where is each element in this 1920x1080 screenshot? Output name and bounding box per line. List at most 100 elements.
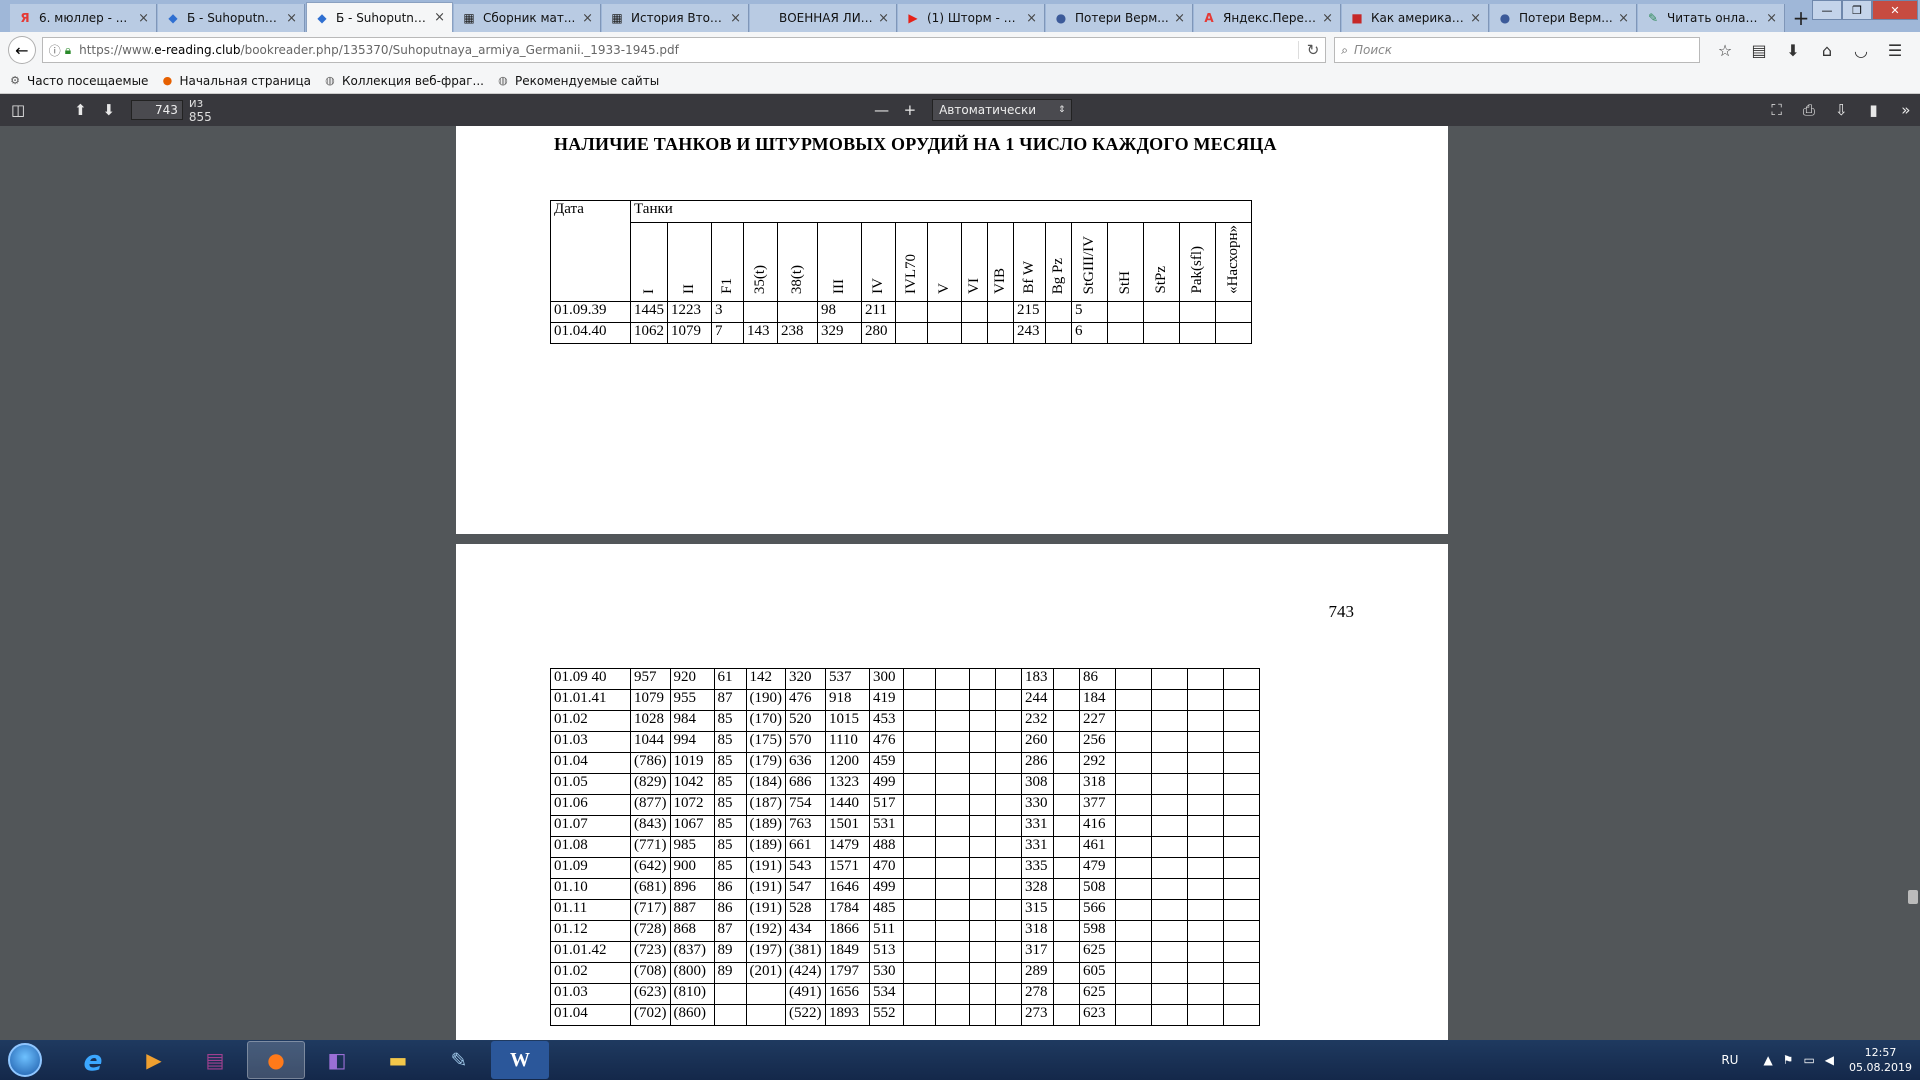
- start-button[interactable]: [0, 1040, 50, 1080]
- table-cell: [995, 962, 1022, 984]
- close-window-button[interactable]: ✕: [1872, 0, 1918, 20]
- close-icon[interactable]: ×: [1618, 11, 1629, 26]
- lock-icon[interactable]: 🔒︎: [65, 43, 71, 58]
- tab-title: Сборник мат...: [483, 11, 576, 25]
- search-input[interactable]: ⌕ Поиск: [1334, 37, 1700, 63]
- close-icon[interactable]: ×: [1470, 11, 1481, 26]
- table-cell: [903, 815, 936, 837]
- tab-8[interactable]: A Яндекс.Перев... ×: [1194, 4, 1341, 32]
- close-icon[interactable]: ×: [1766, 11, 1777, 26]
- close-icon[interactable]: ×: [434, 10, 445, 25]
- column-header-label: 38(t): [789, 264, 805, 294]
- tab-1[interactable]: ◆ Б - Suhoputna... ×: [158, 4, 305, 32]
- sidebar-toggle-icon[interactable]: ◫: [4, 96, 32, 124]
- file-explorer-icon[interactable]: ▬: [369, 1041, 427, 1079]
- column-header: «Насхорн»: [1215, 222, 1252, 302]
- table-cell: [713, 983, 747, 1005]
- internet-explorer-icon[interactable]: e: [64, 1041, 122, 1079]
- volume-icon[interactable]: ◀: [1825, 1053, 1834, 1067]
- tools-menu-icon[interactable]: »: [1892, 96, 1920, 124]
- arrow-up-icon[interactable]: ⬆: [66, 96, 94, 124]
- tab-9[interactable]: ■ Как американ... ×: [1342, 4, 1489, 32]
- table-cell: [1115, 794, 1152, 816]
- fullscreen-icon[interactable]: ⛶: [1762, 96, 1790, 124]
- print-icon[interactable]: ⎙: [1795, 96, 1823, 124]
- table-cell: [969, 962, 996, 984]
- table-cell: [1115, 668, 1152, 690]
- url-bar[interactable]: ⓘ 🔒︎ https://www.e-reading.club/bookread…: [41, 37, 1327, 63]
- page-number-input[interactable]: [130, 100, 183, 120]
- reload-icon[interactable]: ↻: [1297, 41, 1319, 59]
- bookmark-item[interactable]: ● Начальная страница: [160, 74, 311, 88]
- table-cell: [1143, 300, 1180, 323]
- table-cell: 985: [669, 836, 715, 858]
- star-icon[interactable]: ☆: [1708, 36, 1742, 64]
- url-text[interactable]: https://www.e-reading.club/bookreader.ph…: [79, 43, 1298, 57]
- back-button[interactable]: ←: [8, 36, 36, 64]
- clock[interactable]: 12:57 05.08.2019: [1849, 1045, 1912, 1075]
- bookmark-item[interactable]: ⚙ Часто посещаемые: [8, 74, 148, 88]
- tab-title: Читать онлай...: [1667, 11, 1763, 25]
- pocket-icon[interactable]: ◡: [1844, 36, 1878, 64]
- table-cell: 85: [713, 794, 747, 816]
- tab-5[interactable]: ВОЕННАЯ ЛИТЕР...×: [750, 4, 897, 32]
- info-icon[interactable]: ⓘ: [49, 42, 61, 59]
- library-icon[interactable]: ▤: [1742, 36, 1776, 64]
- network-icon[interactable]: ▭: [1803, 1053, 1814, 1067]
- zoom-in-icon[interactable]: +: [896, 96, 924, 124]
- zoom-out-icon[interactable]: —: [867, 96, 895, 124]
- tab-6[interactable]: ▶ (1) Шторм - Б... ×: [898, 4, 1045, 32]
- table-cell: 547: [785, 878, 826, 900]
- table-cell: 318: [1021, 920, 1054, 942]
- table-cell: 1646: [825, 878, 870, 900]
- close-icon[interactable]: ×: [286, 11, 297, 26]
- tool-icon[interactable]: ✎: [430, 1041, 488, 1079]
- tab-11[interactable]: ✎ Читать онлай... ×: [1638, 4, 1785, 32]
- bookmark-icon[interactable]: ▮: [1859, 96, 1887, 124]
- table-cell: [1053, 962, 1080, 984]
- tab-2[interactable]: ◆ Б - Suhoputna... ×: [306, 2, 453, 32]
- tab-7[interactable]: ● Потери Верм... ×: [1046, 4, 1193, 32]
- chevron-up-icon[interactable]: ▲: [1763, 1053, 1772, 1067]
- tab-3[interactable]: ▦ Сборник мат... ×: [454, 4, 601, 32]
- tab-10[interactable]: ● Потери Верм... ×: [1490, 4, 1637, 32]
- media-player-icon[interactable]: ▶: [125, 1041, 183, 1079]
- download-icon[interactable]: ⬇: [1776, 36, 1810, 64]
- close-icon[interactable]: ×: [1026, 11, 1037, 26]
- firefox-icon[interactable]: ●: [247, 1041, 305, 1079]
- pdf-viewer[interactable]: НАЛИЧИЕ ТАНКОВ И ШТУРМОВЫХ ОРУДИЙ НА 1 Ч…: [0, 126, 1920, 1040]
- table-cell: 01.05: [550, 773, 631, 795]
- close-icon[interactable]: ×: [1322, 11, 1333, 26]
- home-icon[interactable]: ⌂: [1810, 36, 1844, 64]
- save-icon[interactable]: ⇩: [1827, 96, 1855, 124]
- scrollbar-thumb[interactable]: [1908, 890, 1918, 904]
- arrow-down-icon[interactable]: ⬇: [95, 96, 123, 124]
- close-icon[interactable]: ×: [878, 11, 889, 26]
- flag-icon[interactable]: ⚑: [1783, 1053, 1794, 1067]
- table-cell: [1151, 689, 1188, 711]
- minimize-button[interactable]: —: [1812, 0, 1842, 20]
- maximize-button[interactable]: ❐: [1842, 0, 1872, 20]
- table-row: 01.09 40 957 920 61 142 320 537 300 183 86: [550, 668, 1260, 690]
- menu-icon[interactable]: ☰: [1878, 36, 1912, 64]
- close-icon[interactable]: ×: [1174, 11, 1185, 26]
- bookmark-item[interactable]: ◍ Рекомендуемые сайты: [496, 74, 659, 88]
- zoom-select[interactable]: Автоматически ⇕: [932, 99, 1073, 121]
- close-icon[interactable]: ×: [138, 11, 149, 26]
- table-cell: (810): [669, 983, 715, 1005]
- tab-0[interactable]: Я 6. мюллер - ... ×: [10, 4, 157, 32]
- word-icon[interactable]: W: [491, 1041, 549, 1079]
- bookmark-item[interactable]: ◍ Коллекция веб-фраг...: [323, 74, 484, 88]
- tab-4[interactable]: ▦ История Втор... ×: [602, 4, 749, 32]
- language-indicator[interactable]: RU: [1721, 1053, 1738, 1067]
- visual-studio-icon[interactable]: ◧: [308, 1041, 366, 1079]
- table-cell: [1107, 300, 1144, 323]
- table-cell: 1079: [630, 689, 671, 711]
- winrar-icon[interactable]: ▤: [186, 1041, 244, 1079]
- table-cell: 292: [1079, 752, 1116, 774]
- table-cell: 01.09: [550, 857, 631, 879]
- close-icon[interactable]: ×: [730, 11, 741, 26]
- table-cell: 211: [861, 300, 896, 323]
- close-icon[interactable]: ×: [582, 11, 593, 26]
- table-cell: (860): [669, 1004, 715, 1026]
